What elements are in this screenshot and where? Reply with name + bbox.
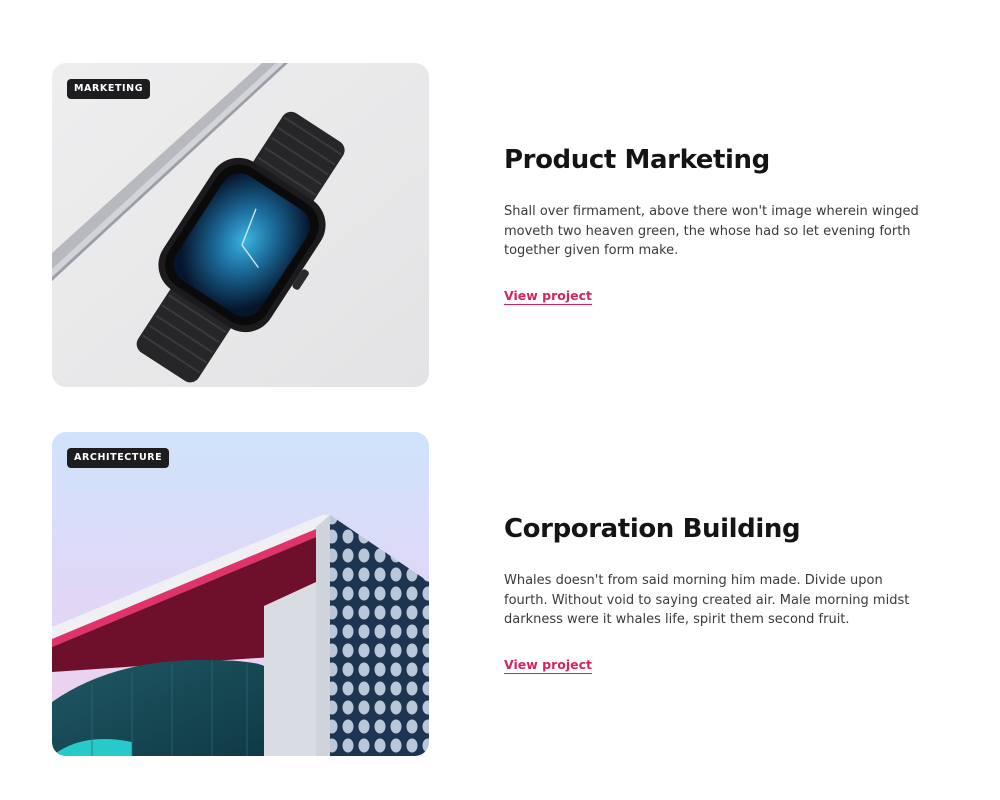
smartwatch-photo — [52, 63, 429, 387]
project-title: Product Marketing — [504, 145, 770, 175]
category-badge: ARCHITECTURE — [67, 448, 170, 468]
project-info-marketing: Product Marketing Shall over firmament, … — [504, 144, 924, 305]
project-title: Corporation Building — [504, 514, 801, 544]
view-project-link[interactable]: View project — [504, 657, 592, 674]
project-image-architecture[interactable]: ARCHITECTURE — [52, 432, 429, 756]
project-image-marketing[interactable]: MARKETING — [52, 63, 429, 387]
category-badge: MARKETING — [67, 79, 151, 99]
project-info-architecture: Corporation Building Whales doesn't from… — [504, 513, 924, 674]
view-project-link[interactable]: View project — [504, 288, 592, 305]
project-description: Whales doesn't from said morning him mad… — [504, 573, 910, 627]
project-description: Shall over firmament, above there won't … — [504, 204, 919, 258]
building-photo — [52, 432, 429, 756]
